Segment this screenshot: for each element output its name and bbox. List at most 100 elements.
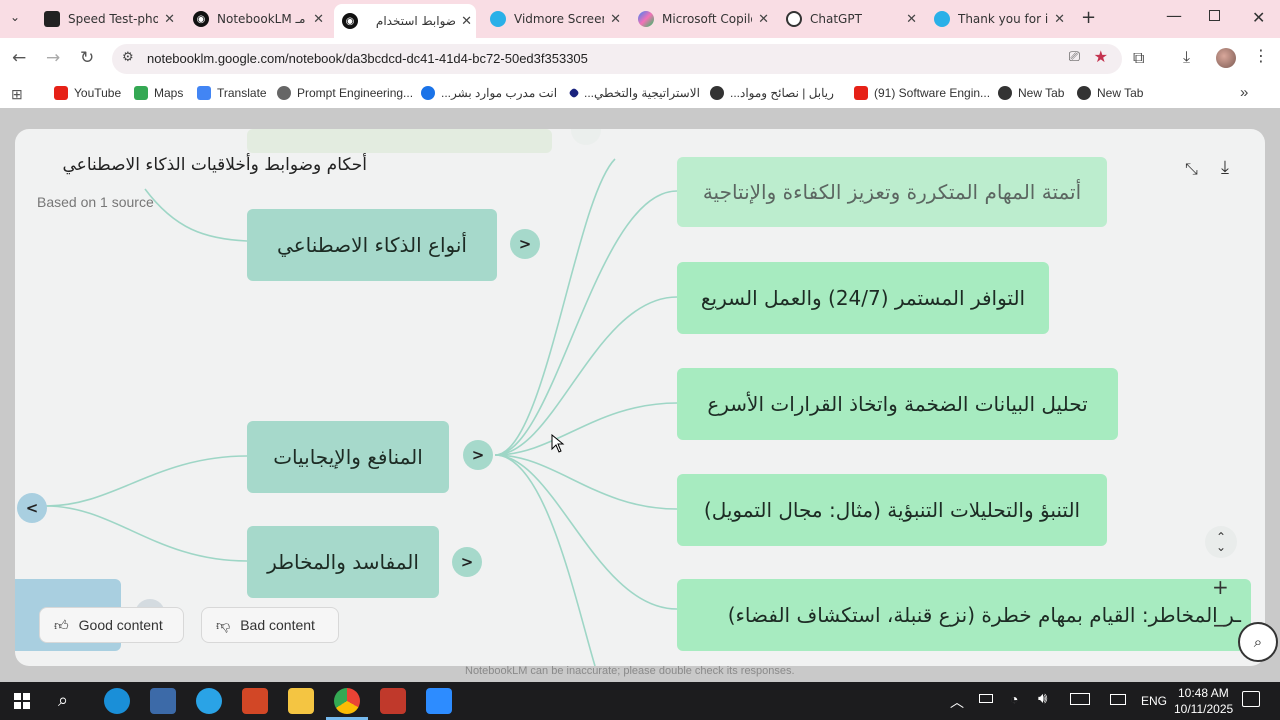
volume-icon[interactable]: 🔊︎ bbox=[1038, 690, 1047, 707]
mindmap-node-big-data[interactable]: تحليل البيانات الضخمة واتخاذ القرارات ال… bbox=[677, 368, 1118, 440]
q-icon bbox=[421, 86, 435, 100]
keyboard-icon[interactable] bbox=[1070, 693, 1090, 705]
mindmap-node-availability[interactable]: التوافر المستمر (24/7) والعمل السريع bbox=[677, 262, 1049, 334]
server-app-icon[interactable] bbox=[150, 688, 176, 714]
avatar[interactable] bbox=[1216, 48, 1236, 68]
minimize-icon[interactable]: — bbox=[1166, 6, 1182, 25]
good-content-button[interactable]: 👍︎ Good content bbox=[39, 607, 184, 643]
tab-search-chevron-icon[interactable]: ⌄ bbox=[10, 10, 20, 24]
close-icon[interactable]: ✕ bbox=[313, 12, 324, 27]
bookmark-maps[interactable]: Maps bbox=[134, 86, 183, 100]
close-icon[interactable]: ✕ bbox=[906, 12, 917, 27]
bookmark-star-icon[interactable]: ★ bbox=[1094, 47, 1108, 66]
edge-icon[interactable] bbox=[104, 688, 130, 714]
source-count: Based on 1 source bbox=[37, 194, 154, 210]
bookmark-strategy[interactable]: الاستراتيجية والتخطي... bbox=[568, 86, 700, 100]
zoom-app-icon[interactable] bbox=[426, 688, 452, 714]
bookmark-new-tab-2[interactable]: New Tab bbox=[1077, 86, 1143, 100]
download-icon[interactable]: ⤓ bbox=[1221, 157, 1229, 178]
site-settings-icon[interactable]: ⚙ bbox=[122, 50, 134, 65]
disclaimer-text: NotebookLM can be inaccurate; please dou… bbox=[465, 665, 795, 677]
tab-thank-you[interactable]: Thank you for in ✕ bbox=[934, 6, 1069, 32]
mindmap-node-hazard[interactable]: ـر المخاطر: القيام بمهام خطرة (نزع قنبلة… bbox=[677, 579, 1251, 651]
q-app-icon[interactable] bbox=[196, 688, 222, 714]
notifications-icon[interactable] bbox=[1242, 691, 1260, 707]
forward-arrow-icon[interactable]: → bbox=[46, 48, 60, 68]
url-text[interactable]: notebooklm.google.com/notebook/da3bcdcd-… bbox=[147, 51, 588, 66]
battery-icon[interactable] bbox=[979, 694, 993, 703]
close-icon[interactable]: ✕ bbox=[610, 12, 621, 27]
tab-vidmore[interactable]: Vidmore Screen ✕ bbox=[490, 6, 625, 32]
windows-start-icon[interactable] bbox=[14, 693, 30, 709]
code-lens-icon[interactable]: ⌕ bbox=[1238, 622, 1278, 662]
extensions-icon[interactable]: ⧉ bbox=[1133, 48, 1144, 68]
mindmap-node-prediction[interactable]: التنبؤ والتحليلات التنبؤية (مثال: مجال ا… bbox=[677, 474, 1107, 546]
thumbs-down-icon: 👎︎ bbox=[216, 616, 231, 633]
install-app-icon[interactable]: ⎚ bbox=[1069, 49, 1080, 65]
mindmap-node-risks[interactable]: المفاسد والمخاطر bbox=[247, 526, 439, 598]
expand-chevron-icon[interactable]: > bbox=[452, 547, 482, 577]
tab-label: ضوابط استخدام bbox=[375, 14, 456, 28]
bookmark-youtube[interactable]: YouTube bbox=[54, 86, 121, 100]
mindmap-node-benefits[interactable]: المنافع والإيجابيات bbox=[247, 421, 449, 493]
bookmark-software-engineering[interactable]: (91) Software Engin... bbox=[854, 86, 990, 100]
tab-chatgpt[interactable]: ChatGPT ✕ bbox=[786, 6, 921, 32]
clock-time[interactable]: 10:48 AM bbox=[1178, 686, 1229, 700]
bookmark-label: انت مدرب موارد بشر... bbox=[441, 86, 558, 100]
close-icon[interactable]: ✕ bbox=[461, 14, 472, 29]
restore-icon[interactable] bbox=[1209, 10, 1220, 21]
mouse-cursor-icon bbox=[551, 434, 565, 453]
zoom-out-icon[interactable]: − bbox=[1212, 613, 1229, 637]
chrome-icon[interactable] bbox=[334, 688, 360, 714]
search-icon[interactable]: ⌕ bbox=[58, 690, 68, 711]
globe-icon bbox=[710, 86, 724, 100]
chatgpt-icon bbox=[786, 11, 802, 27]
apps-grid-icon[interactable]: ⊞ bbox=[11, 86, 23, 103]
menu-kebab-icon[interactable]: ⋮ bbox=[1253, 46, 1269, 65]
address-bar[interactable]: ⚙ notebooklm.google.com/notebook/da3bcdc… bbox=[112, 44, 1122, 74]
expand-collapse-icon[interactable]: ⌃ ⌄ bbox=[1205, 526, 1237, 558]
bad-content-label: Bad content bbox=[240, 617, 315, 633]
back-arrow-icon[interactable]: ← bbox=[12, 48, 26, 68]
collapse-icon[interactable]: ⤡ bbox=[1185, 159, 1198, 179]
clock-date[interactable]: 10/11/2025 bbox=[1174, 702, 1233, 716]
bookmark-rebel[interactable]: ريابل | نصائح ومواد... bbox=[710, 86, 834, 100]
p-app-icon[interactable] bbox=[380, 688, 406, 714]
close-icon[interactable]: ✕ bbox=[1054, 12, 1065, 27]
collapse-chevron-icon[interactable]: < bbox=[17, 493, 47, 523]
close-icon[interactable]: ✕ bbox=[164, 12, 175, 27]
tray-chevron-icon[interactable]: ︿ bbox=[950, 692, 964, 712]
vidmore-icon bbox=[934, 11, 950, 27]
bookmark-prompt-engineering[interactable]: Prompt Engineering... bbox=[277, 86, 413, 100]
tab-notebooklm[interactable]: ◉ NotebookLM مـ ✕ bbox=[193, 6, 328, 32]
tab-copilot[interactable]: Microsoft Copilo ✕ bbox=[638, 6, 773, 32]
bookmarks-overflow-icon[interactable]: » bbox=[1240, 84, 1248, 101]
close-icon[interactable]: ✕ bbox=[758, 12, 769, 27]
youtube-icon bbox=[854, 86, 868, 100]
reload-icon[interactable]: ↻ bbox=[80, 48, 94, 68]
hat-icon bbox=[44, 11, 60, 27]
tab-active[interactable]: ◉ ضوابط استخدام ✕ bbox=[334, 4, 476, 38]
mindmap-node-automation[interactable]: أتمتة المهام المتكررة وتعزيز الكفاءة وال… bbox=[677, 157, 1107, 227]
bookmark-label: الاستراتيجية والتخطي... bbox=[584, 86, 700, 100]
expand-chevron-icon[interactable]: > bbox=[463, 440, 493, 470]
faded-top-node[interactable] bbox=[247, 129, 552, 153]
maps-icon bbox=[134, 86, 148, 100]
touch-keyboard-icon[interactable] bbox=[1110, 694, 1126, 705]
expand-chevron-icon[interactable]: > bbox=[510, 229, 540, 259]
bookmark-label: Prompt Engineering... bbox=[297, 86, 414, 100]
powerpoint-icon[interactable] bbox=[242, 688, 268, 714]
bookmark-new-tab-1[interactable]: New Tab bbox=[998, 86, 1064, 100]
file-explorer-icon[interactable] bbox=[288, 688, 314, 714]
wifi-icon[interactable]: ◔ bbox=[1010, 691, 1018, 707]
bad-content-button[interactable]: 👎︎ Bad content bbox=[201, 607, 339, 643]
download-icon[interactable]: ⤓ bbox=[1183, 47, 1190, 67]
tab-speed-test[interactable]: Speed Test-phot ✕ bbox=[44, 6, 179, 32]
zoom-in-icon[interactable]: + bbox=[1212, 575, 1229, 599]
mindmap-node-ai-types[interactable]: أنواع الذكاء الاصطناعي bbox=[247, 209, 497, 281]
close-window-icon[interactable]: ✕ bbox=[1252, 8, 1265, 27]
bookmark-hr-trainer[interactable]: انت مدرب موارد بشر... bbox=[421, 86, 557, 100]
new-tab-plus-icon[interactable]: + bbox=[1081, 7, 1096, 28]
bookmark-translate[interactable]: Translate bbox=[197, 86, 267, 100]
language-indicator[interactable]: ENG bbox=[1141, 694, 1167, 708]
